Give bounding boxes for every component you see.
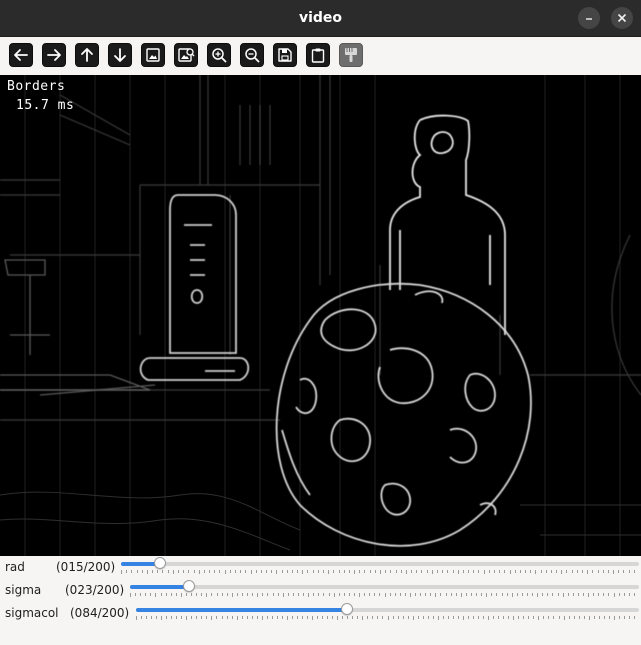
trackbar-name: sigma bbox=[5, 583, 42, 597]
trackbar-rad: rad (015/200) bbox=[0, 556, 641, 579]
arrow-right-icon bbox=[47, 49, 61, 61]
slider-ticks bbox=[121, 570, 635, 574]
close-icon bbox=[617, 13, 627, 23]
sigma-slider[interactable] bbox=[130, 580, 639, 602]
border-image bbox=[0, 75, 641, 556]
close-button[interactable] bbox=[611, 7, 633, 29]
image-zoom-icon bbox=[178, 48, 195, 62]
zoom-in-button[interactable] bbox=[207, 43, 231, 67]
trackbar-panel: rad (015/200) sigma (023/200) sigmacol (… bbox=[0, 556, 641, 645]
slider-groove[interactable] bbox=[130, 585, 639, 589]
trackbar-name: rad bbox=[5, 560, 25, 574]
properties-button[interactable] bbox=[339, 43, 363, 67]
zoom-in-icon bbox=[212, 48, 227, 63]
save-icon bbox=[278, 48, 292, 62]
trackbar-name: sigmacol bbox=[5, 606, 59, 620]
toolbar bbox=[0, 37, 641, 75]
sigmacol-slider[interactable] bbox=[136, 603, 639, 625]
pan-up-button[interactable] bbox=[75, 43, 99, 67]
save-button[interactable] bbox=[273, 43, 297, 67]
minimize-icon bbox=[586, 18, 592, 20]
zoom-original-button[interactable] bbox=[141, 43, 165, 67]
copy-clipboard-button[interactable] bbox=[306, 43, 330, 67]
zoom-out-icon bbox=[245, 48, 260, 63]
arrow-left-icon bbox=[14, 49, 28, 61]
slider-groove[interactable] bbox=[121, 562, 639, 566]
pan-right-button[interactable] bbox=[42, 43, 66, 67]
rad-slider[interactable] bbox=[121, 557, 639, 579]
zoom-fit-button[interactable] bbox=[174, 43, 198, 67]
title-bar: video bbox=[0, 0, 641, 37]
app-window: video Borders 15.7 ms rad (015/200) sigm… bbox=[0, 0, 641, 645]
video-frame[interactable]: Borders 15.7 ms bbox=[0, 75, 641, 556]
trackbar-value: (084/200) bbox=[70, 606, 130, 620]
arrow-up-icon bbox=[81, 48, 93, 62]
trackbar-value: (023/200) bbox=[65, 583, 125, 597]
slider-ticks bbox=[136, 616, 635, 620]
pan-down-button[interactable] bbox=[108, 43, 132, 67]
trackbar-value: (015/200) bbox=[56, 560, 116, 574]
properties-brush-icon bbox=[345, 48, 357, 62]
slider-fill bbox=[136, 608, 347, 612]
slider-ticks bbox=[130, 593, 635, 597]
trackbar-sigma: sigma (023/200) bbox=[0, 579, 641, 602]
pan-left-button[interactable] bbox=[9, 43, 33, 67]
slider-handle[interactable] bbox=[341, 603, 353, 615]
arrow-down-icon bbox=[114, 48, 126, 62]
zoom-out-button[interactable] bbox=[240, 43, 264, 67]
window-title: video bbox=[298, 10, 343, 26]
frame-time-label: 15.7 ms bbox=[16, 98, 75, 113]
image-icon bbox=[146, 48, 160, 62]
minimize-button[interactable] bbox=[578, 7, 600, 29]
algorithm-label: Borders bbox=[7, 79, 66, 94]
trackbar-sigmacol: sigmacol (084/200) bbox=[0, 602, 641, 625]
clipboard-icon bbox=[311, 48, 325, 63]
slider-fill bbox=[130, 585, 189, 589]
slider-handle[interactable] bbox=[183, 580, 195, 592]
slider-handle[interactable] bbox=[154, 557, 166, 569]
